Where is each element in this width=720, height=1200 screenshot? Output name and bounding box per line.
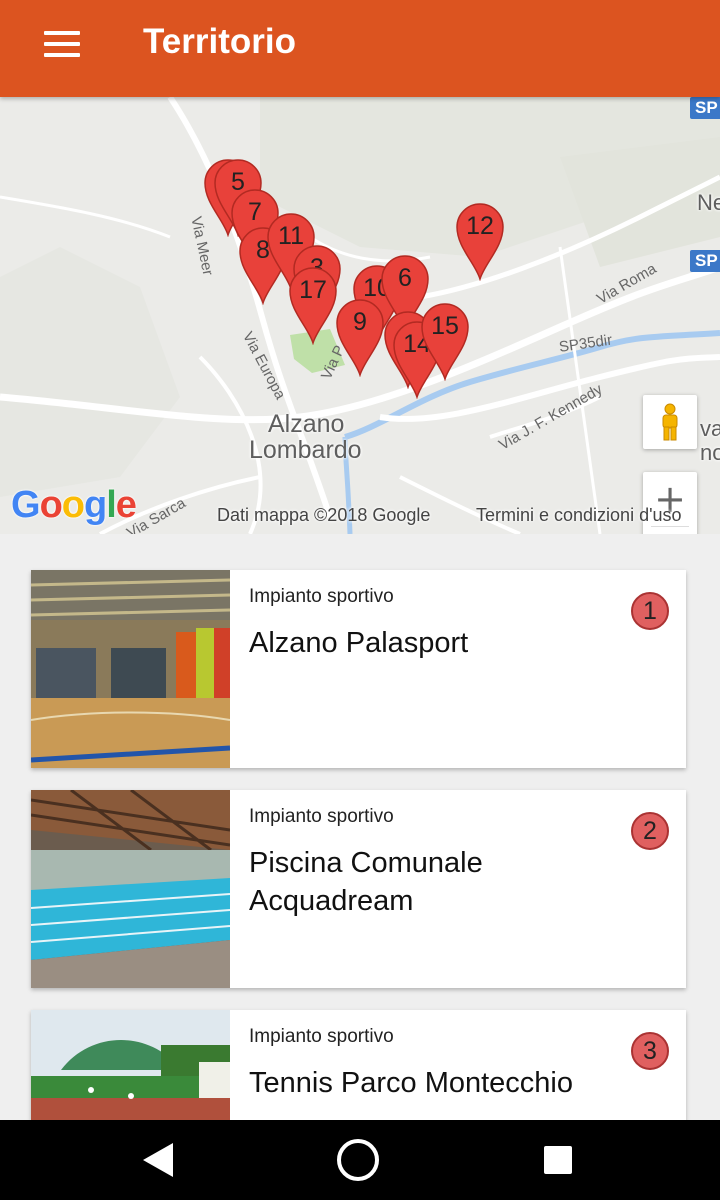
place-card[interactable]: Impianto sportivo Piscina Comunale Acqua… <box>31 790 686 988</box>
zoom-out-button[interactable]: − <box>643 527 697 534</box>
city-label: Alzano <box>268 410 345 438</box>
map-terms-link[interactable]: Termini e condizioni d'uso <box>476 505 682 526</box>
place-category: Impianto sportivo <box>249 586 394 607</box>
place-name: Piscina Comunale Acquadream <box>249 847 483 917</box>
place-number-badge: 3 <box>631 1032 669 1070</box>
road-shield: SP <box>690 97 720 119</box>
place-name: Alzano Palasport <box>249 627 469 659</box>
map-marker-pin[interactable]: 17 <box>288 265 338 345</box>
recents-square-icon[interactable] <box>508 1120 608 1200</box>
map-attribution: Dati mappa ©2018 Google <box>217 505 431 525</box>
map-edge-label: Ne <box>697 190 720 215</box>
place-thumbnail <box>31 1010 230 1120</box>
google-logo: Google <box>11 484 137 526</box>
map-marker-pin[interactable]: 15 <box>420 301 470 381</box>
app-bar: Territorio <box>0 0 720 97</box>
road-shield: SP <box>690 250 720 272</box>
system-navigation-bar <box>0 1120 720 1200</box>
place-category: Impianto sportivo <box>249 1026 394 1047</box>
page-title: Territorio <box>143 22 296 61</box>
place-number-badge: 1 <box>631 592 669 630</box>
place-name: Tennis Parco Montecchio <box>249 1067 573 1099</box>
map-edge-label: va <box>700 416 720 441</box>
map-marker-pin[interactable]: 9 <box>335 297 385 377</box>
place-card[interactable]: Impianto sportivo Tennis Parco Montecchi… <box>31 1010 686 1120</box>
map-marker-label: 6 <box>398 264 412 292</box>
place-thumbnail <box>31 570 230 768</box>
places-list: Impianto sportivo Alzano Palasport 1 Imp… <box>0 534 720 1120</box>
place-number-badge: 2 <box>631 812 669 850</box>
place-category: Impianto sportivo <box>249 806 394 827</box>
map-marker-label: 15 <box>431 312 459 340</box>
back-triangle-icon[interactable] <box>108 1120 208 1200</box>
map-view[interactable]: Via Meer Via Europa Via P Via Roma SP35d… <box>0 97 720 534</box>
map-marker-label: 17 <box>299 276 327 304</box>
place-thumbnail <box>31 790 230 988</box>
map-marker-label: 9 <box>353 308 367 336</box>
map-marker-pin[interactable]: 12 <box>455 201 505 281</box>
city-label: Lombardo <box>249 436 362 464</box>
place-card[interactable]: Impianto sportivo Alzano Palasport 1 <box>31 570 686 768</box>
map-marker-label: 12 <box>466 212 494 240</box>
street-view-pegman-icon[interactable] <box>643 395 697 449</box>
map-edge-label: no <box>700 440 720 465</box>
hamburger-menu-icon[interactable] <box>30 22 94 66</box>
home-circle-icon[interactable] <box>308 1120 408 1200</box>
